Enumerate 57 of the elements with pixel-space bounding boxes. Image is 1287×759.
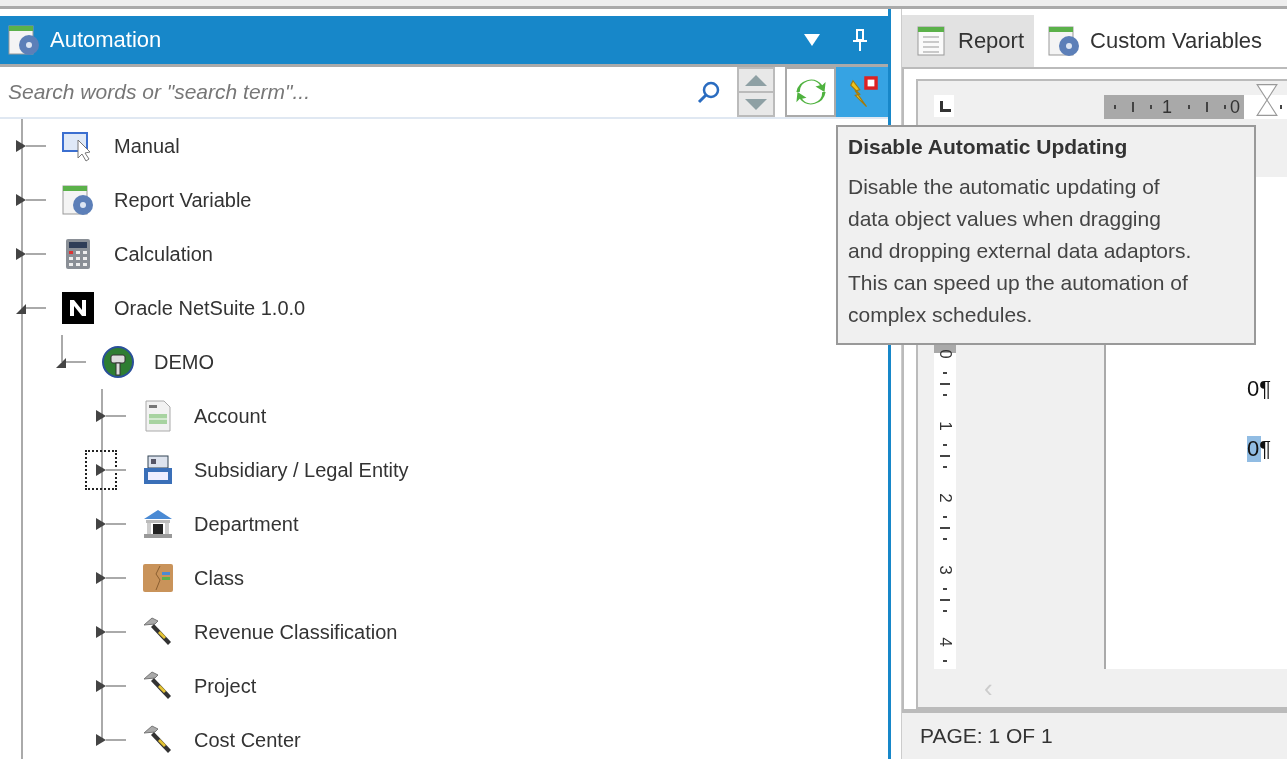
up-arrow-icon [744,74,767,86]
expand-arrow-icon[interactable] [94,409,108,423]
hammer-icon [142,724,174,756]
tree-item[interactable]: Oracle NetSuite 1.0.0 [114,296,306,320]
gear-sheet-icon [1048,25,1081,57]
tab-stop-icon[interactable] [934,95,954,117]
expand-arrow-icon[interactable] [94,517,108,531]
gear-sheet-icon [62,184,94,216]
bank-icon [142,508,174,540]
expand-arrow-icon[interactable] [14,139,28,153]
expand-arrow-icon[interactable] [14,193,28,207]
ruler-number: 4 [936,637,954,647]
globe-plug-icon [102,346,134,378]
pin-icon[interactable] [852,28,868,52]
paragraph-text: 0¶ [1246,376,1272,402]
expand-arrow-icon[interactable] [94,625,108,639]
expand-arrow-icon[interactable] [14,247,28,261]
tree-item[interactable]: Calculation [114,242,213,266]
tree-item[interactable]: Revenue Classification [194,620,398,644]
disable-updating-button[interactable] [836,67,888,117]
sheet-icon [916,25,948,57]
tooltip-title: Disable Automatic Updating [848,135,1129,159]
tree-item[interactable]: Manual [114,134,180,158]
tree-item[interactable]: Project [194,674,257,698]
ruler-number: 3 [936,565,954,575]
ruler-number: 1 [1162,96,1172,119]
expand-arrow-icon[interactable] [94,463,108,477]
ruler-number: 0 [936,349,954,359]
down-arrow-icon [744,98,767,110]
expand-arrow-icon[interactable] [94,733,108,747]
tree-item[interactable]: DEMO [154,350,214,374]
tooltip-text: Disable the automatic updating of data object values when dragging and dropping external data adaptors. This can speed up the automation of complex schedules. [848,174,1193,328]
n-logo-icon [62,292,94,324]
indent-marker-icon[interactable] [1256,83,1278,117]
tab[interactable]: Report [902,15,1035,67]
ruler-number: 1 [936,421,954,431]
panel-title: Automation [50,27,163,53]
refresh-button[interactable] [784,67,837,117]
tree-item[interactable]: Department [194,512,299,536]
ruler-number: 2 [936,493,954,503]
tree-item[interactable]: Class [194,566,244,590]
search-icon[interactable] [697,80,721,104]
tree-item[interactable]: Cost Center [194,728,301,752]
hammer-icon [142,616,174,648]
tree-item[interactable]: Subsidiary / Legal Entity [194,458,409,482]
expand-arrow-icon[interactable] [94,571,108,585]
gear-sheet-icon [8,24,40,56]
tree-item[interactable]: Report Variable [114,188,252,212]
hammer-icon [142,670,174,702]
dropdown-icon[interactable] [804,34,820,46]
folder-icon [142,562,174,594]
ruler-number: 0 [1230,96,1240,119]
tree-item[interactable]: Account [194,404,267,428]
document-icon [142,400,174,432]
cash-register-icon [142,454,174,486]
page-count: PAGE: 1 OF 1 [920,724,1053,748]
expand-arrow-icon[interactable] [94,679,108,693]
